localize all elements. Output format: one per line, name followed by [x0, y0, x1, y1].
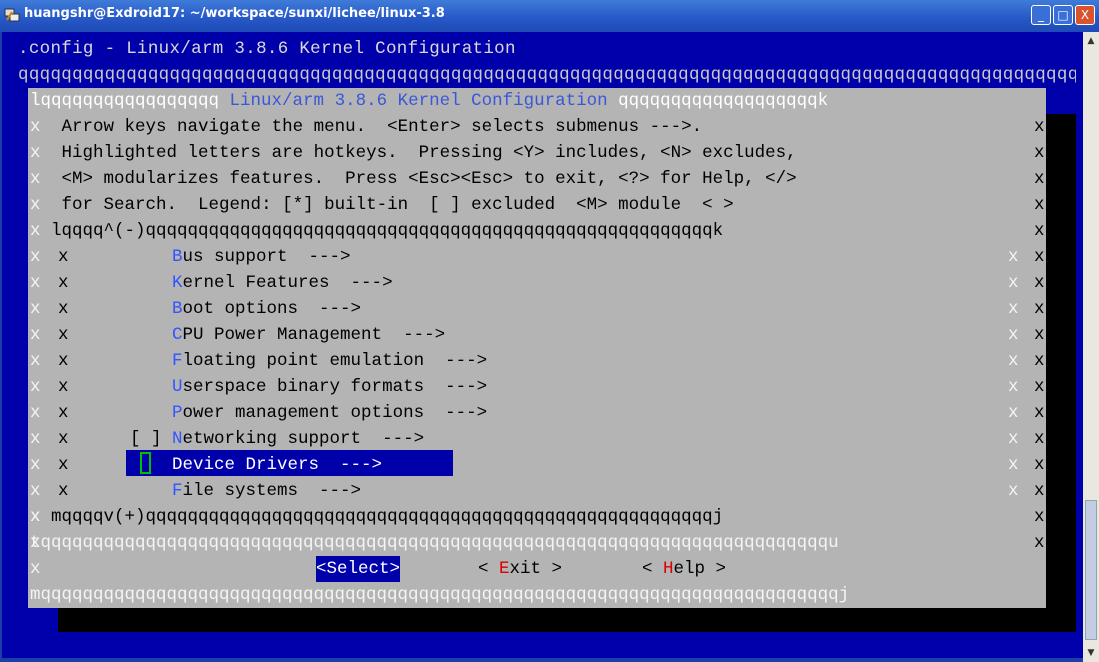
button-row-left-edge: x	[30, 559, 41, 579]
dialog-shadow-bottom	[58, 606, 1076, 632]
menu-item-cpu-power[interactable]: CPU Power Management --->	[130, 322, 445, 348]
dialog-right-edge: xxxxxxxxxxxxxxxxx	[1034, 117, 1045, 553]
menu-item-userspace-binary[interactable]: Userspace binary formats --->	[130, 374, 487, 400]
scroll-down-icon[interactable]: ▼	[1085, 646, 1097, 660]
maximize-button[interactable]: □	[1053, 5, 1073, 25]
dialog-bottom-border: mqqqqqqqqqqqqqqqqqqqqqqqqqqqqqqqqqqqqqqq…	[30, 585, 850, 605]
exit-button[interactable]: < Exit >	[478, 556, 562, 582]
menu-bottom-border: x mqqqqv(+)qqqqqqqqqqqqqqqqqqqqqqqqqqqqq…	[30, 507, 724, 527]
dialog-title: Linux/arm 3.8.6 Kernel Configuration	[229, 91, 608, 111]
help-line-3: x <M> modularizes features. Press <Esc><…	[30, 169, 797, 189]
window-titlebar: huangshr@Exdroid17: ~/workspace/sunxi/li…	[0, 0, 1099, 32]
menu-item-device-drivers[interactable]: Device Drivers --->	[130, 452, 382, 478]
help-button[interactable]: < Help >	[642, 556, 726, 582]
dialog-border-left: lqqqqqqqqqqqqqqqqq	[30, 91, 230, 111]
config-header: .config - Linux/arm 3.8.6 Kernel Configu…	[18, 39, 516, 59]
menu-top-border: x lqqqq^(-)qqqqqqqqqqqqqqqqqqqqqqqqqqqqq…	[30, 221, 724, 241]
menu-item-kernel-features[interactable]: Kernel Features --->	[130, 270, 393, 296]
top-border-line: qqqqqqqqqqqqqqqqqqqqqqqqqqqqqqqqqqqqqqqq…	[18, 65, 1076, 85]
menu-item-file-systems[interactable]: File systems --->	[130, 478, 361, 504]
help-line-2: x Highlighted letters are hotkeys. Press…	[30, 143, 797, 163]
minimize-button[interactable]: _	[1031, 5, 1051, 25]
dialog-shadow-right	[1046, 114, 1076, 632]
menu-item-bus-support[interactable]: Bus support --->	[130, 244, 351, 270]
menu-item-networking[interactable]: [ ] Networking support --->	[130, 426, 424, 452]
select-button[interactable]: <Select>	[316, 556, 401, 582]
scrollbar-thumb[interactable]	[1085, 500, 1097, 640]
help-line-1: x Arrow keys navigate the menu. <Enter> …	[30, 117, 703, 137]
dialog-title-bar: lqqqqqqqqqqqqqqqqq Linux/arm 3.8.6 Kerne…	[30, 88, 828, 114]
menu-right-edge: xxxxxxxxxx	[1008, 247, 1019, 501]
scroll-up-icon[interactable]: ▲	[1085, 34, 1097, 48]
separator-line: tqqqqqqqqqqqqqqqqqqqqqqqqqqqqqqqqqqqqqqq…	[30, 533, 839, 553]
putty-icon	[4, 8, 20, 22]
dialog-border-right: qqqqqqqqqqqqqqqqqqqk	[607, 91, 829, 111]
menu-item-power-management[interactable]: Power management options --->	[130, 400, 487, 426]
menu-left-edge: xxxxxxxxxx	[58, 247, 69, 501]
window-title: huangshr@Exdroid17: ~/workspace/sunxi/li…	[24, 6, 445, 21]
menu-item-boot-options[interactable]: Boot options --->	[130, 296, 361, 322]
menu-item-floating-point[interactable]: Floating point emulation --->	[130, 348, 487, 374]
help-line-4: x for Search. Legend: [*] built-in [ ] e…	[30, 195, 734, 215]
close-button[interactable]: X	[1075, 5, 1095, 25]
